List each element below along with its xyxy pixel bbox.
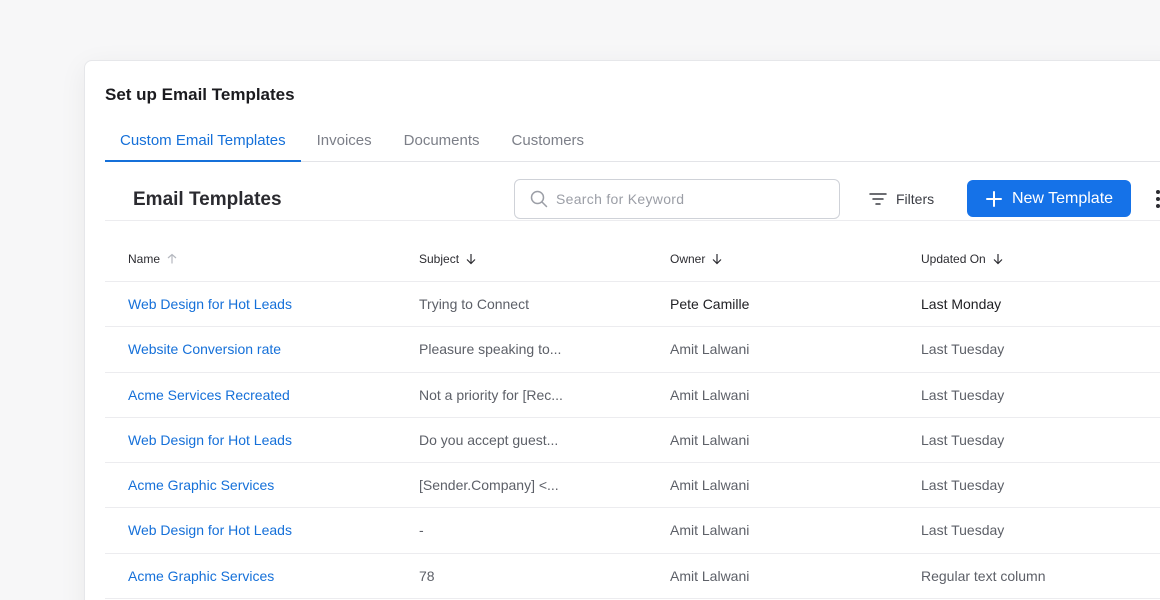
subject-cell: 78 [419,567,435,584]
owner-cell: Amit Lalwani [670,386,750,403]
subject-cell: Not a priority for [Rec... [419,386,563,403]
updated-on-cell: Last Tuesday [921,386,1005,403]
template-name-link[interactable]: Acme Graphic Services [128,477,274,493]
templates-card: Set up Email Templates Custom Email Temp… [84,60,1160,600]
new-template-button[interactable]: New Template [967,180,1131,217]
section-header: Email Templates Filters New Template [105,179,1160,221]
tab-custom-email-templates[interactable]: Custom Email Templates [105,123,301,162]
arrow-down-icon [466,253,476,264]
column-header-label: Owner [670,251,706,266]
search-input[interactable] [556,191,826,207]
plus-icon [985,190,1002,207]
table-header: Name Subject Owner Updated On [105,236,1160,282]
subject-cell: - [419,522,424,539]
updated-on-cell: Last Tuesday [921,522,1005,539]
column-header-label: Subject [419,251,460,266]
search-icon [530,190,548,208]
template-name-link[interactable]: Web Design for Hot Leads [128,522,292,538]
template-name-link[interactable]: Acme Services Recreated [128,387,290,403]
owner-cell: Amit Lalwani [670,431,750,448]
updated-on-cell: Last Tuesday [921,431,1005,448]
arrow-down-icon [712,253,722,264]
tab-invoices[interactable]: Invoices [301,123,388,162]
filter-icon [869,193,887,205]
template-name-link[interactable]: Web Design for Hot Leads [128,432,292,448]
filters-label: Filters [896,191,935,207]
owner-cell: Amit Lalwani [670,522,750,539]
template-name-link[interactable]: Website Conversion rate [128,341,281,357]
tab-documents[interactable]: Documents [388,123,496,162]
table-row[interactable]: Web Design for Hot Leads Trying to Conne… [105,282,1160,328]
page-title: Set up Email Templates [105,85,295,104]
column-header-owner[interactable]: Owner [670,252,723,266]
column-header-name[interactable]: Name [128,252,178,266]
table-row[interactable]: Website Conversion rate Pleasure speakin… [105,327,1160,373]
table-row[interactable]: Web Design for Hot Leads - Amit Lalwani … [105,508,1160,554]
subject-cell: Trying to Connect [419,296,529,312]
updated-on-cell: Regular text column [921,567,1046,584]
updated-on-cell: Last Tuesday [921,341,1005,358]
arrow-down-icon [993,253,1003,264]
tab-customers[interactable]: Customers [496,123,601,162]
owner-cell: Pete Camille [670,296,750,312]
column-header-updated-on[interactable]: Updated On [921,252,1004,266]
owner-cell: Amit Lalwani [670,477,750,494]
section-title: Email Templates [133,189,282,210]
new-template-label: New Template [1011,189,1114,207]
updated-on-cell: Last Monday [921,296,1002,312]
subject-cell: Pleasure speaking to... [419,341,562,358]
subject-cell: Do you accept guest... [419,431,559,448]
owner-cell: Amit Lalwani [670,341,750,358]
table-row[interactable]: Acme Services Recreated Not a priority f… [105,373,1160,418]
column-header-label: Name [128,251,161,266]
kebab-menu-icon[interactable] [1153,188,1160,210]
table-row[interactable]: Acme Graphic Services 78 Amit Lalwani Re… [105,554,1160,600]
filters-button[interactable]: Filters [869,188,934,210]
search-box [514,179,840,219]
template-name-link[interactable]: Acme Graphic Services [128,568,274,584]
subject-cell: [Sender.Company] <... [419,477,559,494]
templates-table: Name Subject Owner Updated On Web Design… [105,236,1160,600]
column-header-label: Updated On [921,251,986,266]
arrow-up-icon [167,253,177,263]
owner-cell: Amit Lalwani [670,567,750,584]
column-header-subject[interactable]: Subject [419,252,477,266]
updated-on-cell: Last Tuesday [921,477,1005,494]
table-row[interactable]: Acme Graphic Services [Sender.Company] <… [105,463,1160,509]
table-row[interactable]: Web Design for Hot Leads Do you accept g… [105,418,1160,464]
template-name-link[interactable]: Web Design for Hot Leads [128,296,292,312]
tab-bar: Custom Email Templates Invoices Document… [105,123,1160,162]
